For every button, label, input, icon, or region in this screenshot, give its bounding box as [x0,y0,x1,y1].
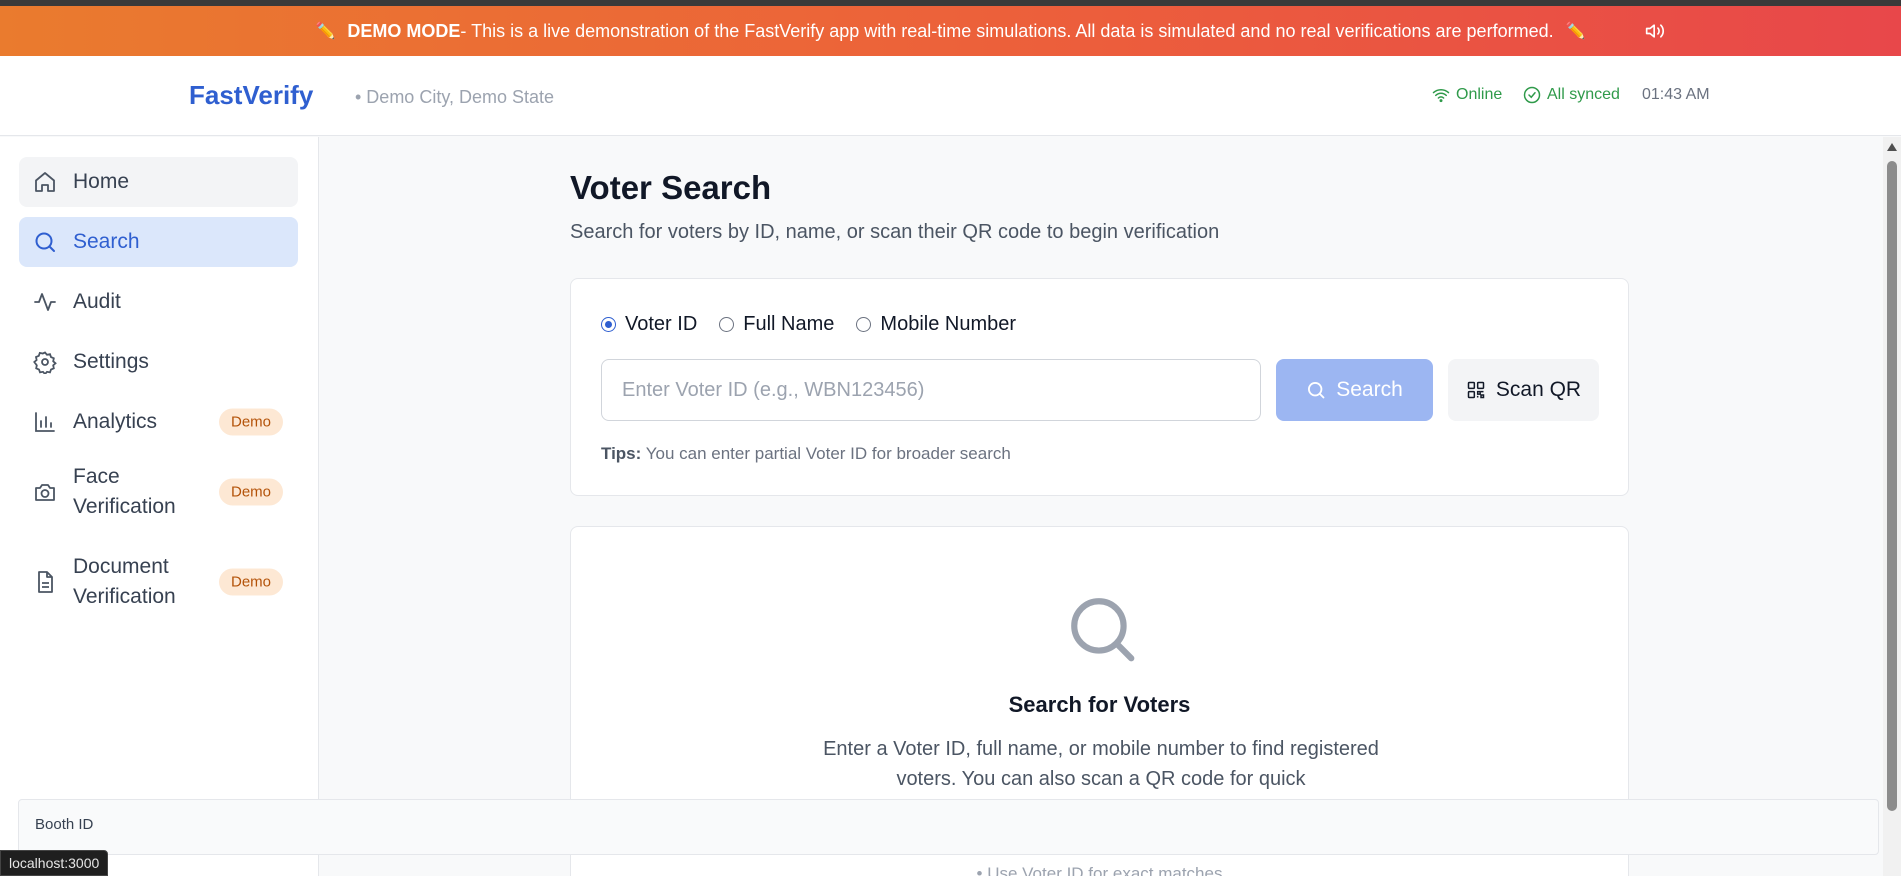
search-icon [1308,382,1325,399]
sidebar-item-document-verification[interactable]: Document Verification Demo [19,547,298,617]
main-content: Voter Search Search for voters by ID, na… [320,137,1881,876]
sidebar-item-settings[interactable]: Settings [19,337,298,387]
radio-indicator[interactable] [856,317,872,332]
online-label: Online [1456,86,1503,103]
sync-status: All synced [1523,86,1620,104]
demo-badge: Demo [218,408,283,436]
tips-label: Tips: [601,444,642,463]
status-url-tooltip: localhost:3000 [0,850,109,876]
wifi-icon [1432,88,1450,103]
sidebar-item-label: Search [73,230,140,253]
sidebar-item-analytics[interactable]: Analytics Demo [19,397,298,447]
sidebar-item-label: Face Verification [73,465,176,518]
activity-icon [34,293,56,311]
camera-icon [35,484,55,501]
sidebar-item-label: Audit [73,290,121,313]
sidebar-item-label: Settings [73,350,149,373]
scan-qr-label: Scan QR [1495,378,1582,401]
radio-full-name[interactable]: Full Name [719,313,834,336]
app-header: FastVerify • Demo City, Demo State Onlin… [0,56,1901,136]
sync-label: All synced [1547,86,1620,103]
document-icon [38,571,53,593]
location-label: • Demo City, Demo State [355,87,555,107]
search-card: Voter ID Full Name Mobile Number Enter V… [570,278,1629,496]
clock: 01:43 AM [1642,86,1710,103]
gear-icon [33,351,57,374]
booth-id-bar: Booth ID [18,799,1879,855]
sidebar: Home Search Audit Settings Analytics Dem… [0,137,319,876]
search-button[interactable]: Search [1276,359,1433,421]
brand-logo[interactable]: FastVerify [189,80,313,111]
demo-badge: Demo [218,478,283,506]
search-icon [35,232,55,252]
sidebar-item-home[interactable]: Home [19,157,298,207]
demo-mode-banner: ✏️ DEMO MODE - This is a live demonstrat… [0,6,1901,56]
sidebar-item-face-verification[interactable]: Face Verification Demo [19,457,298,527]
empty-state-description: Enter a Voter ID, full name, or mobile n… [823,738,1379,790]
radio-label: Mobile Number [880,313,1017,335]
qr-code-icon [1467,381,1485,399]
scroll-up-arrow-icon[interactable] [1887,143,1897,151]
booth-id-label: Booth ID [35,816,94,833]
speaker-icon[interactable] [1644,21,1666,41]
page-subtitle: Search for voters by ID, name, or scan t… [570,221,1220,243]
search-tips: Tips: You can enter partial Voter ID for… [601,444,1011,464]
radio-label: Full Name [743,313,835,335]
page-scrollbar[interactable] [1883,137,1901,876]
scan-qr-button[interactable]: Scan QR [1448,359,1599,421]
sidebar-item-search[interactable]: Search [19,217,298,267]
radio-voter-id[interactable]: Voter ID [601,313,697,336]
check-circle-icon [1523,86,1541,104]
online-status: Online [1432,86,1502,104]
scrollbar-thumb[interactable] [1887,161,1897,811]
sidebar-item-audit[interactable]: Audit [19,277,298,327]
demo-badge: Demo [218,568,283,596]
radio-indicator[interactable] [719,317,735,332]
empty-state-title: Search for Voters [1008,692,1191,717]
demo-mode-label: DEMO MODE [347,20,461,41]
search-button-label: Search [1336,378,1403,401]
page-title: Voter Search [570,169,772,206]
pencil-icon: ✏️ [315,23,336,40]
search-icon [1071,598,1135,662]
sidebar-item-label: Analytics [73,410,158,433]
sidebar-item-label: Document Verification [73,555,176,608]
voter-id-input[interactable]: Enter Voter ID (e.g., WBN123456) [601,359,1261,421]
empty-state-tip: • Use Voter ID for exact matches [976,864,1223,876]
home-icon [35,172,55,192]
radio-mobile-number[interactable]: Mobile Number [856,313,1016,336]
bar-chart-icon [35,412,55,432]
demo-mode-message: - This is a live demonstration of the Fa… [460,20,1554,41]
radio-selected-indicator[interactable] [601,317,616,332]
pencil-icon: ✏️ [1565,23,1586,40]
search-mode-group: Voter ID Full Name Mobile Number [601,313,1016,336]
sidebar-item-label: Home [73,170,130,193]
tips-text: You can enter partial Voter ID for broad… [641,444,1011,463]
radio-label: Voter ID [625,313,698,335]
